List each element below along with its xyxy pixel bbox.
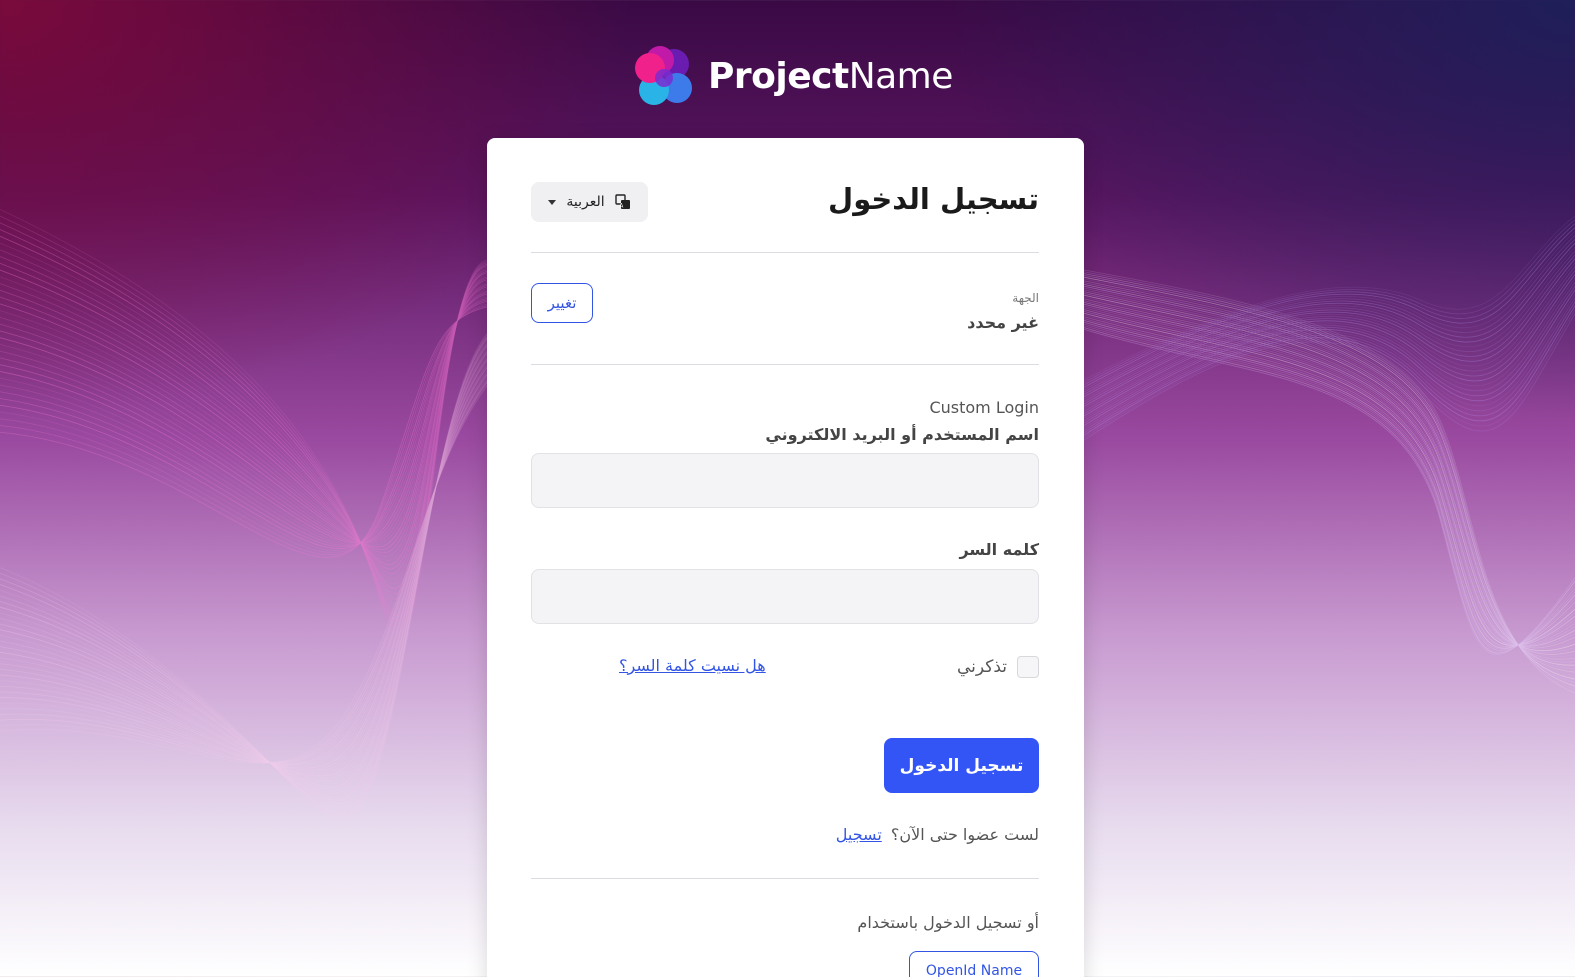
page-title: تسجيل الدخول: [828, 182, 1039, 216]
or-login-with-text: أو تسجيل الدخول باستخدام: [857, 913, 1039, 932]
change-tenant-button[interactable]: تغيير: [531, 283, 593, 323]
tenant-label: الجهة: [1012, 291, 1039, 305]
username-input[interactable]: [531, 453, 1039, 508]
brand-logo: ProjectName: [634, 44, 953, 108]
register-row: لست عضوا حتى الآن؟ تسجيل: [836, 825, 1039, 844]
username-label: اسم المستخدم أو البريد الالكتروني: [765, 425, 1039, 444]
tenant-value: غير محدد: [967, 313, 1039, 332]
password-label: كلمه السر: [959, 540, 1039, 559]
language-selector[interactable]: A العربية: [531, 182, 648, 222]
not-member-text: لست عضوا حتى الآن؟: [890, 825, 1039, 844]
remember-me-checkbox[interactable]: [1017, 656, 1039, 678]
remember-me[interactable]: تذكرني: [957, 656, 1039, 678]
language-label: العربية: [566, 194, 605, 210]
chevron-down-icon: [548, 199, 557, 205]
password-input[interactable]: [531, 569, 1039, 624]
login-card: تسجيل الدخول A العربية الجهة غير محدد تغ…: [487, 138, 1084, 977]
divider: [531, 252, 1039, 253]
flower-logo-icon: [635, 46, 692, 105]
openid-login-button[interactable]: OpenId Name: [909, 951, 1039, 977]
login-button[interactable]: تسجيل الدخول: [884, 738, 1039, 793]
register-link[interactable]: تسجيل: [836, 825, 882, 844]
remember-me-label: تذكرني: [956, 657, 1007, 677]
forgot-password-link[interactable]: هل نسيت كلمة السر؟: [619, 656, 766, 675]
divider: [531, 364, 1039, 365]
translate-icon: A: [614, 194, 630, 210]
custom-login-label: Custom Login: [929, 398, 1039, 417]
divider: [531, 878, 1039, 879]
brand-name: ProjectName: [708, 55, 953, 97]
